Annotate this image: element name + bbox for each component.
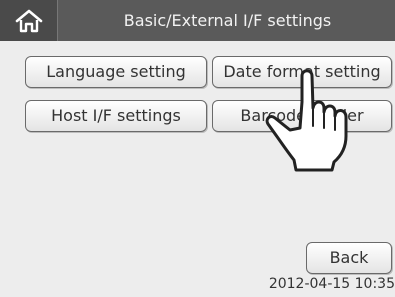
host-if-settings-button[interactable]: Host I/F settings bbox=[25, 100, 207, 132]
page-title: Basic/External I/F settings bbox=[123, 11, 332, 30]
pointing-hand-icon bbox=[265, 69, 348, 172]
language-setting-button[interactable]: Language setting bbox=[25, 56, 207, 88]
back-button[interactable]: Back bbox=[306, 242, 392, 274]
settings-screen: Basic/External I/F settings Language set… bbox=[0, 0, 395, 297]
home-button[interactable] bbox=[0, 0, 58, 41]
home-icon bbox=[15, 9, 43, 33]
title-bar: Basic/External I/F settings bbox=[0, 0, 395, 41]
timestamp: 2012-04-15 10:35 bbox=[268, 276, 395, 292]
